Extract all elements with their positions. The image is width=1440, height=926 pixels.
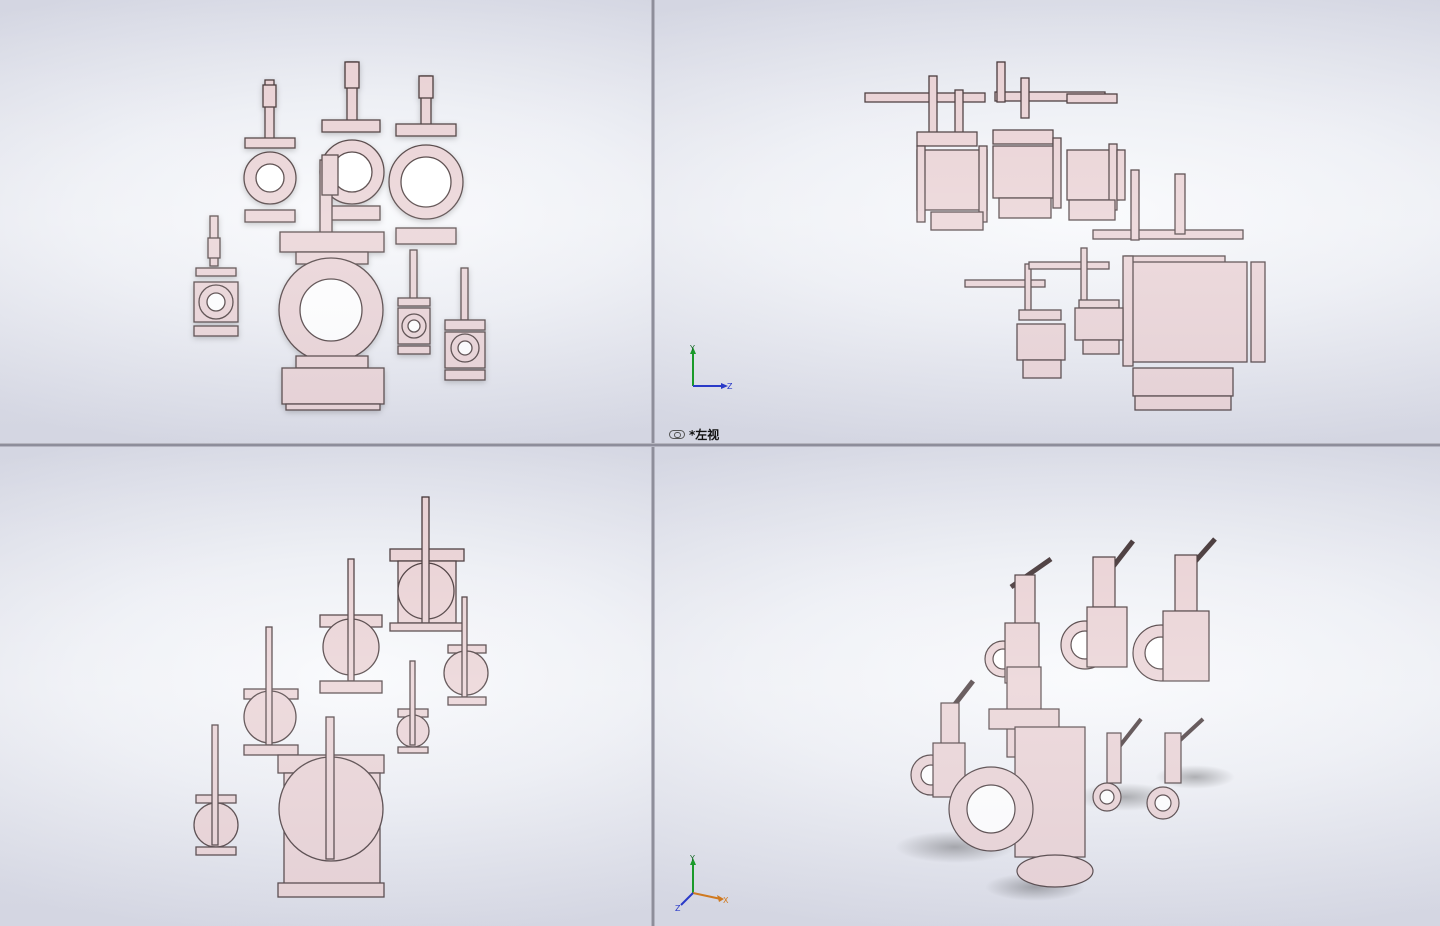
top-view-model[interactable] (0, 447, 651, 926)
valve-front-medium-1 (243, 79, 297, 223)
axis-triad-left-view: Y Z (689, 344, 733, 391)
valve-side-3 (1066, 93, 1126, 221)
front-view-model[interactable] (0, 0, 651, 443)
left-view-viewport[interactable]: Y Z *左视 (655, 0, 1440, 443)
valve-top-2 (243, 626, 299, 756)
valve-side-large (1092, 169, 1266, 411)
axis-y-label-iso: Y (689, 854, 695, 863)
isometric-view-viewport[interactable]: Y X Z (655, 447, 1440, 926)
valve-front-small-right-1 (397, 249, 431, 355)
valve-side-small-1 (964, 263, 1066, 379)
axis-y-label: Y (689, 344, 695, 353)
valve-top-large (277, 716, 385, 898)
link-icon (669, 430, 685, 439)
top-view-viewport[interactable] (0, 447, 651, 926)
view-label-left[interactable]: *左视 (669, 426, 719, 443)
valve-front-small-right-2 (444, 267, 486, 381)
left-view-model[interactable] (655, 0, 1440, 443)
iso-valve-1 (984, 556, 1053, 684)
valve-top-1 (193, 724, 239, 856)
iso-valve-2 (1060, 539, 1135, 670)
valve-side-1 (864, 75, 988, 231)
valve-front-small-left (193, 215, 239, 337)
axis-x-label-iso: X (723, 896, 729, 905)
axis-triad-iso-view: Y X Z (675, 854, 729, 913)
isometric-view-model[interactable] (655, 447, 1440, 926)
view-name-text: *左视 (689, 428, 720, 442)
front-view-viewport[interactable] (0, 0, 651, 443)
valve-top-4 (389, 496, 465, 632)
axis-z-label: Z (727, 382, 733, 391)
viewport-splitter-horizontal[interactable] (0, 443, 1440, 447)
valve-top-3 (319, 558, 383, 694)
axis-z-label-iso: Z (675, 904, 681, 913)
valve-top-6 (396, 660, 430, 754)
iso-valve-3 (1132, 537, 1217, 682)
valve-front-medium-3 (388, 75, 464, 245)
viewport-splitter-vertical[interactable] (651, 0, 655, 926)
